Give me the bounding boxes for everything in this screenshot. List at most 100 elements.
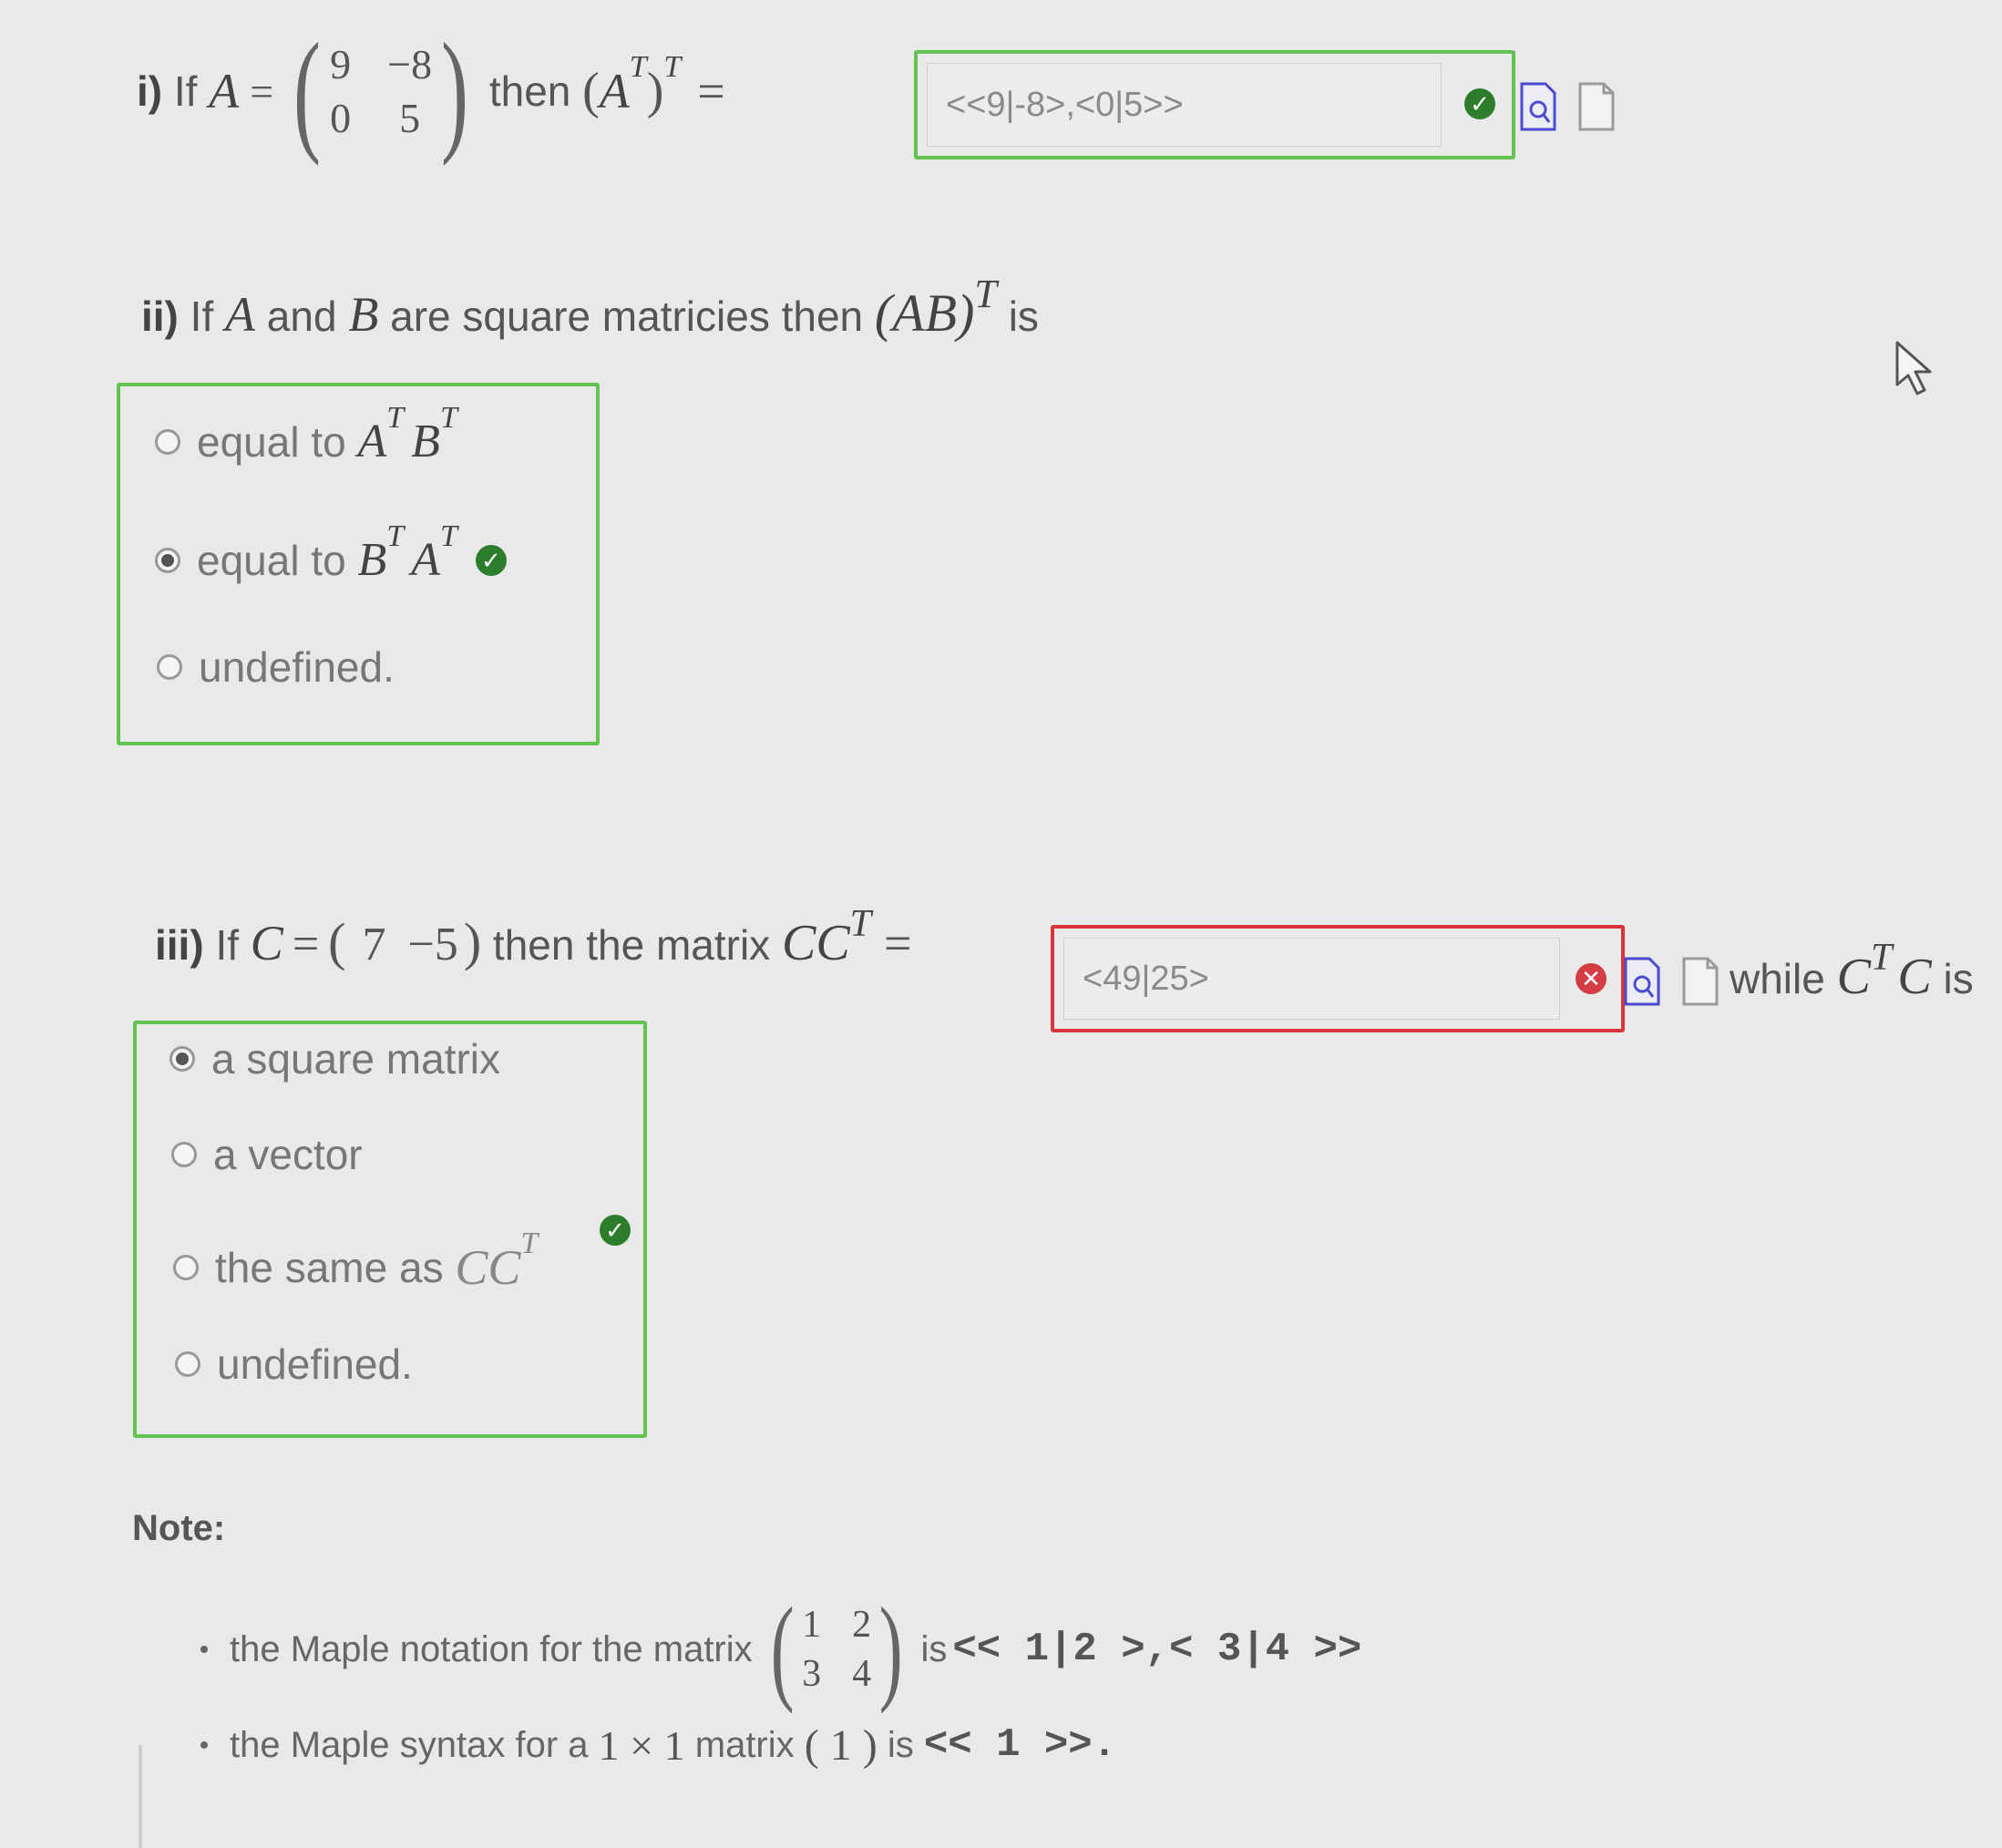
note-b1-text: the Maple notation for the matrix xyxy=(230,1628,753,1669)
q2-A: A xyxy=(225,287,256,342)
option-text: undefined. xyxy=(199,643,395,691)
q2-expr: (AB) xyxy=(874,283,975,343)
q2-and: and xyxy=(266,293,337,340)
check-circle-icon: ✓ xyxy=(1464,88,1495,119)
vector-entry: 7 xyxy=(362,919,386,970)
radio-button[interactable] xyxy=(175,1351,200,1377)
check-circle-icon: ✓ xyxy=(600,1215,631,1246)
q3-ctc-sup: T xyxy=(1870,937,1893,979)
q3-then: then the matrix xyxy=(492,921,771,969)
matrix-cell: 9 xyxy=(330,41,352,87)
note-bullet-2: the Maple syntax for a 1 × 1 matrix ( 1 … xyxy=(200,1713,1116,1777)
q3-statement: iii) If C = ( 7 −5 ) then the matrix CC T… xyxy=(155,903,912,971)
q3-sup: T xyxy=(849,903,872,945)
q1-statement: i) If A = ( 9 −8 0 5 ) then (A T) T = xyxy=(137,15,725,167)
matrix-cell: −8 xyxy=(387,41,433,87)
q1-if: If xyxy=(173,67,198,115)
q2-label: ii) xyxy=(141,293,179,340)
matrix-cell: 3 xyxy=(802,1653,822,1695)
radio-button[interactable] xyxy=(173,1255,199,1280)
note-b1-is: is xyxy=(920,1628,948,1669)
q3-answer-box: ✕ xyxy=(1051,925,1625,1032)
q3-cc: CC xyxy=(781,915,850,971)
q1-equals-2: = xyxy=(697,64,725,118)
note-bullet-1: the Maple notation for the matrix ( 1 2 … xyxy=(200,1590,1361,1709)
preview-document-icon[interactable] xyxy=(1520,82,1556,131)
option-sup: T xyxy=(386,518,405,553)
vector-entry: −5 xyxy=(407,919,458,970)
q1-matrix: ( 9 −8 0 5 ) xyxy=(293,15,469,167)
radio-button[interactable] xyxy=(157,654,182,680)
q3-option-2[interactable]: a vector xyxy=(171,1130,363,1179)
radio-button[interactable] xyxy=(155,547,180,573)
option-text: a vector xyxy=(213,1131,363,1178)
matrix-cell: 1 xyxy=(802,1604,822,1646)
note-b2-code: << 1 >>. xyxy=(923,1722,1117,1768)
q2-sup: T xyxy=(974,272,997,316)
q3-option-4[interactable]: undefined. xyxy=(175,1340,413,1389)
q1-matrix-name: A xyxy=(209,64,240,118)
q3-C: C xyxy=(250,916,283,970)
q1-expr-base: A xyxy=(599,64,630,118)
q3-ctc: C xyxy=(1836,949,1871,1005)
q2-option-3[interactable]: undefined. xyxy=(157,642,395,692)
note-b2-is: is xyxy=(887,1724,914,1765)
note-b2-paren: ( 1 ) xyxy=(804,1720,878,1770)
q1-expr-sup: T xyxy=(629,50,647,84)
q2-statement: ii) If A and B are square matricies then… xyxy=(141,272,1039,344)
option-math: A xyxy=(357,416,387,467)
q1-then: then xyxy=(488,67,571,115)
matrix-cell: 5 xyxy=(399,95,421,141)
radio-button[interactable] xyxy=(171,1142,197,1167)
option-text: the same as xyxy=(215,1244,444,1291)
radio-button[interactable] xyxy=(169,1046,195,1072)
q2-B: B xyxy=(348,287,379,342)
q3-answer-input[interactable] xyxy=(1063,938,1560,1020)
note-b2-text: the Maple syntax for a xyxy=(230,1724,589,1765)
q3-option-3[interactable]: the same as CC T xyxy=(173,1227,538,1296)
option-sup: T xyxy=(386,400,405,435)
q3-while: while xyxy=(1730,955,1825,1002)
q2-option-1[interactable]: equal to AT BT xyxy=(155,401,457,468)
q2-rest: are square matricies then xyxy=(390,293,864,340)
q2-option-2[interactable]: equal to BT AT ✓ xyxy=(155,519,507,587)
option-math: B xyxy=(411,416,440,467)
option-math: CC xyxy=(455,1240,521,1295)
preview-document-icon[interactable] xyxy=(1624,957,1660,1006)
option-text: equal to xyxy=(197,536,346,584)
x-circle-icon: ✕ xyxy=(1576,963,1607,994)
q3-label: iii) xyxy=(155,921,204,969)
document-icon[interactable] xyxy=(1578,82,1615,131)
note-title: Note: xyxy=(132,1508,226,1548)
option-math: A xyxy=(411,534,440,586)
q3-while-text: while CTC is xyxy=(1730,937,1974,1006)
bullet-dot xyxy=(200,1646,208,1653)
matrix-cell: 0 xyxy=(330,95,352,141)
note-b2-size: 1 × 1 xyxy=(598,1721,685,1769)
option-text: equal to xyxy=(197,417,346,466)
option-math: B xyxy=(357,534,387,586)
mouse-pointer-icon xyxy=(1895,341,1932,395)
q1-answer-input[interactable] xyxy=(927,63,1442,147)
q3-if: If xyxy=(215,921,240,969)
bullet-dot xyxy=(200,1741,208,1749)
q1-equals: = xyxy=(250,67,274,115)
check-circle-icon: ✓ xyxy=(475,544,507,576)
q1-expr-outer-sup: T xyxy=(663,50,682,84)
option-text: undefined. xyxy=(217,1340,413,1388)
option-sup: T xyxy=(439,518,457,553)
note-matrix: ( 1 2 3 4 ) xyxy=(770,1584,903,1715)
q3-option-1[interactable]: a square matrix xyxy=(169,1034,500,1083)
q3-ctc-2: C xyxy=(1897,949,1932,1005)
option-text: a square matrix xyxy=(211,1035,501,1083)
q3-is: is xyxy=(1943,955,1974,1002)
document-icon[interactable] xyxy=(1682,957,1719,1006)
option-sup: T xyxy=(439,400,457,435)
q3-equals-2: = xyxy=(884,916,912,970)
radio-button[interactable] xyxy=(155,428,180,455)
option-sup: T xyxy=(520,1227,539,1260)
note-b2-mid: matrix xyxy=(694,1724,795,1765)
scroll-edge xyxy=(139,1745,142,1848)
note-b1-code: << 1|2 >,< 3|4 >> xyxy=(952,1627,1362,1672)
q1-answer-box: ✓ xyxy=(914,50,1515,159)
